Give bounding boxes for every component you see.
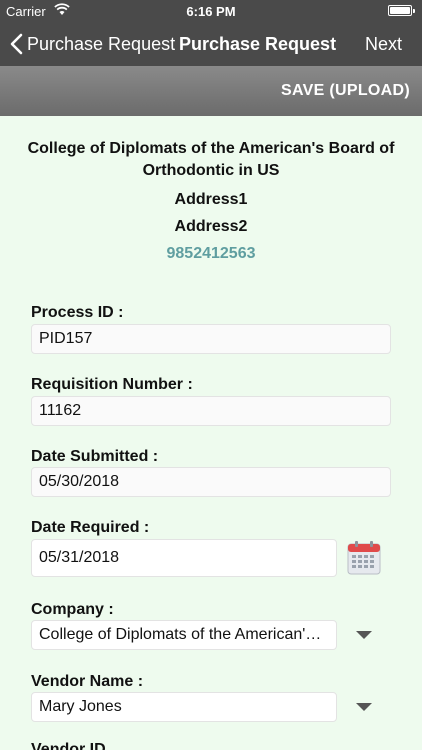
organization-phone[interactable]: 9852412563 [0, 240, 422, 267]
process-id-field[interactable]: PID157 [31, 324, 391, 354]
status-bar: Carrier 6:16 PM [0, 0, 422, 22]
chevron-down-icon[interactable] [356, 631, 372, 639]
vendor-name-label: Vendor Name : [31, 673, 144, 690]
date-required-field[interactable]: 05/31/2018 [31, 539, 337, 577]
calendar-icon[interactable] [347, 541, 381, 575]
organization-name: College of Diplomats of the American's B… [27, 140, 395, 179]
chevron-left-icon [10, 33, 23, 55]
navigation-bar: Purchase Request Purchase Request Next [0, 22, 422, 66]
process-id-label: Process ID : [31, 304, 124, 321]
save-upload-button[interactable]: SAVE (UPLOAD) [281, 66, 410, 116]
back-button-label: Purchase Request [27, 33, 176, 54]
action-toolbar: SAVE (UPLOAD) [0, 66, 422, 116]
requisition-number-field[interactable]: 11162 [31, 396, 391, 426]
status-time: 6:16 PM [186, 4, 236, 19]
back-button[interactable]: Purchase Request [10, 22, 175, 66]
vendor-name-select[interactable]: Mary Jones [31, 692, 337, 722]
organization-address2: Address2 [174, 218, 248, 235]
battery-icon [388, 5, 415, 16]
requisition-number-label: Requisition Number : [31, 376, 193, 393]
company-label: Company : [31, 601, 114, 618]
date-required-label: Date Required : [31, 519, 150, 536]
page-title: Purchase Request [179, 34, 337, 54]
vendor-id-label: Vendor ID [31, 741, 106, 750]
date-submitted-label: Date Submitted : [31, 448, 159, 465]
organization-header: College of Diplomats of the American's B… [0, 138, 422, 267]
next-button[interactable]: Next [365, 22, 402, 66]
date-submitted-field[interactable]: 05/30/2018 [31, 467, 391, 497]
company-select[interactable]: College of Diplomats of the American's B… [31, 620, 337, 650]
chevron-down-icon[interactable] [356, 703, 372, 711]
organization-address1: Address1 [174, 191, 248, 208]
